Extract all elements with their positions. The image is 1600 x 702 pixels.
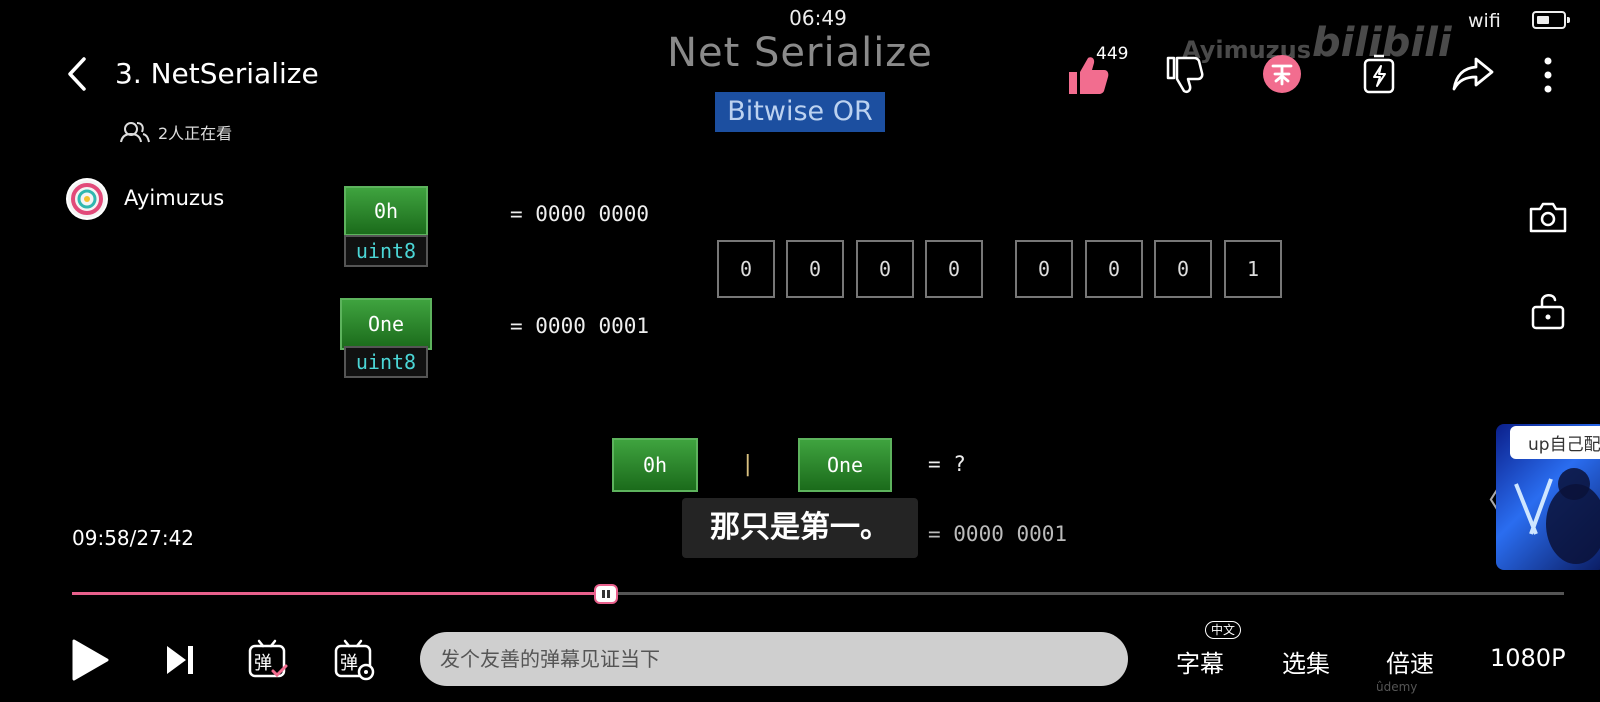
expr-result: = 0000 0001 <box>928 522 1068 546</box>
back-button[interactable] <box>64 56 90 92</box>
like-count: 449 <box>1096 44 1129 64</box>
progress-thumb[interactable] <box>594 584 619 604</box>
binary-one: = 0000 0001 <box>510 314 650 338</box>
quality-button[interactable]: 1080P <box>1490 644 1566 672</box>
progress-played <box>72 592 607 595</box>
danmaku-toggle-button[interactable]: 弹 <box>246 638 290 682</box>
chevron-left-icon <box>68 57 86 91</box>
bit-6: 0 <box>786 240 844 298</box>
viewers-icon <box>120 122 150 143</box>
screenshot-button[interactable] <box>1528 200 1568 238</box>
share-button[interactable] <box>1452 56 1494 96</box>
more-options-button[interactable] <box>1542 56 1554 98</box>
var-box-one: One <box>340 298 432 350</box>
speed-button[interactable]: 倍速 <box>1386 644 1434 679</box>
watching-count: 2人正在看 <box>120 120 232 144</box>
uploader-avatar[interactable] <box>66 178 108 220</box>
skip-next-icon <box>167 646 193 674</box>
bit-2: 0 <box>1085 240 1143 298</box>
coin-icon <box>1263 55 1301 93</box>
avatar-image <box>68 180 106 218</box>
episodes-button[interactable]: 选集 <box>1282 644 1330 679</box>
bit-1: 0 <box>1154 240 1212 298</box>
play-button[interactable] <box>70 638 110 686</box>
danmaku-input[interactable] <box>420 632 1128 686</box>
charge-icon <box>1363 54 1395 94</box>
type-box-one: uint8 <box>344 346 428 378</box>
danmaku-settings-glyph: 弹 <box>340 653 358 674</box>
bit-0: 1 <box>1224 240 1282 298</box>
lock-screen-button[interactable] <box>1530 290 1566 334</box>
subtitle-button[interactable]: 字幕 <box>1176 644 1224 679</box>
bit-4: 0 <box>925 240 983 298</box>
play-icon <box>72 639 109 681</box>
subtitle-language-badge: 中文 <box>1205 621 1242 639</box>
expr-right-box: One <box>798 438 892 492</box>
expr-left-box: 0h <box>612 438 698 492</box>
more-vertical-icon <box>1544 57 1552 93</box>
danmaku-toggle-glyph: 弹 <box>254 653 272 674</box>
share-arrow-icon <box>1452 57 1494 91</box>
video-title: 3. NetSerialize <box>115 57 319 90</box>
next-episode-button[interactable] <box>164 644 196 680</box>
recommendation-label[interactable]: up自己配 <box>1510 426 1600 459</box>
danmaku-on-icon: 弹 <box>248 639 288 678</box>
triple-action-button[interactable] <box>1362 54 1396 98</box>
bit-7: 0 <box>717 240 775 298</box>
thumbs-down-icon <box>1166 56 1204 94</box>
type-box-0h: uint8 <box>344 235 428 267</box>
dislike-button[interactable] <box>1164 54 1204 100</box>
playback-time: 09:58/27:42 <box>72 526 195 550</box>
wifi-indicator: wifi <box>1468 10 1501 32</box>
battery-icon <box>1532 11 1570 29</box>
uploader-name[interactable]: Ayimuzus <box>124 186 224 210</box>
var-box-0h: 0h <box>344 186 428 236</box>
binary-0h: = 0000 0000 <box>510 202 650 226</box>
coin-button[interactable] <box>1262 54 1302 98</box>
danmaku-settings-icon: 弹 <box>334 639 375 681</box>
danmaku-settings-button[interactable]: 弹 <box>332 638 376 682</box>
expr-equals: = ? <box>928 452 966 476</box>
watching-text: 2人正在看 <box>158 124 233 143</box>
bit-5: 0 <box>856 240 914 298</box>
video-caption: 那只是第一。 <box>682 498 918 558</box>
or-operator: | <box>744 452 752 477</box>
bit-3: 0 <box>1015 240 1073 298</box>
unlock-icon <box>1531 294 1565 330</box>
camera-icon <box>1529 202 1567 233</box>
udemy-watermark: ûdemy <box>1376 680 1418 694</box>
slide-subtitle: Bitwise OR <box>715 92 885 132</box>
